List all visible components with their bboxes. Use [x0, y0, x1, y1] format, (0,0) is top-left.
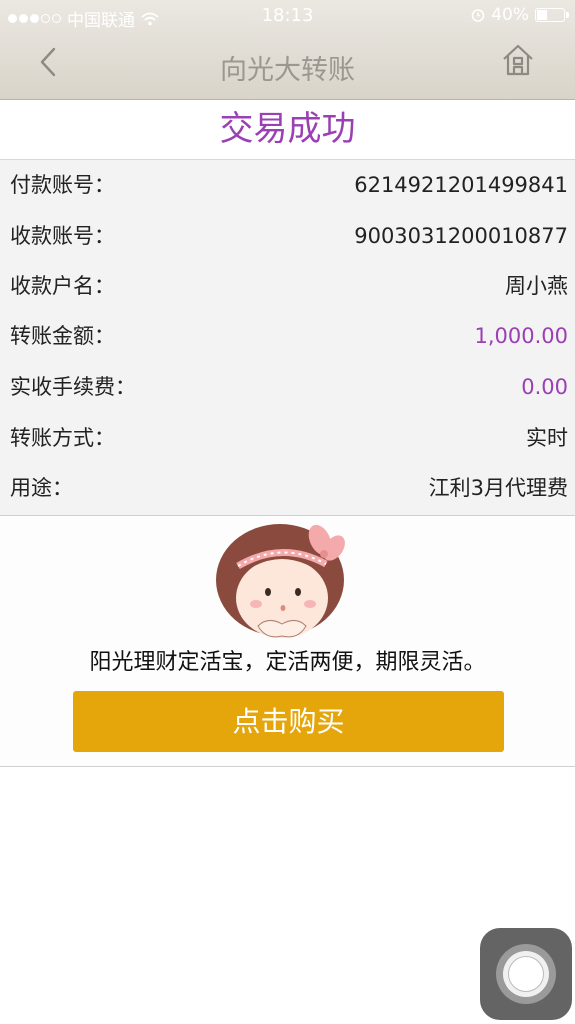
transfer-method-row: 转账方式： 实时 [0, 413, 575, 463]
detail-value: 0.00 [521, 375, 568, 399]
detail-label: 收款户名： [10, 274, 115, 298]
payee-name-row: 收款户名： 周小燕 [0, 261, 575, 311]
status-bar: 中国联通 18:13 40% [0, 0, 575, 32]
detail-label: 用途： [10, 476, 73, 500]
detail-label: 付款账号： [10, 173, 115, 197]
detail-value: 实时 [526, 426, 568, 450]
detail-label: 转账方式： [10, 426, 115, 450]
detail-value: 周小燕 [505, 274, 568, 298]
battery-icon [535, 8, 569, 22]
detail-value: 9003031200010877 [354, 224, 568, 248]
purpose-row: 用途： 江利3月代理费 [0, 463, 575, 513]
page-title: 向光大转账 [220, 55, 355, 86]
detail-label: 实收手续费： [10, 375, 136, 399]
promo-section: 阳光理财定活宝，定活两便，期限灵活。 点击购买 [0, 516, 575, 767]
payee-account-row: 收款账号： 9003031200010877 [0, 211, 575, 261]
nav-bar: 向光大转账 [0, 32, 575, 99]
home-button[interactable] [500, 42, 536, 78]
assistive-touch-center [508, 956, 544, 992]
transfer-details: 付款账号： 6214921201499841 收款账号： 90030312000… [0, 160, 575, 516]
payer-account-row: 付款账号： 6214921201499841 [0, 160, 575, 210]
assistive-touch-button[interactable] [480, 928, 572, 1020]
alarm-icon [471, 9, 485, 22]
cartoon-girl-image [216, 524, 345, 638]
detail-label: 转账金额： [10, 324, 115, 348]
promo-slogan: 阳光理财定活宝，定活两便，期限灵活。 [89, 650, 486, 675]
top-bar: 中国联通 18:13 40% 向光大转账 [0, 0, 575, 100]
battery-percent: 40% [491, 5, 529, 25]
home-icon [503, 44, 533, 76]
amount-row: 转账金额： 1,000.00 [0, 311, 575, 361]
detail-label: 收款账号： [10, 224, 115, 248]
detail-value: 1,000.00 [474, 324, 568, 348]
fee-row: 实收手续费： 0.00 [0, 362, 575, 412]
detail-value: 6214921201499841 [354, 173, 568, 197]
buy-button[interactable]: 点击购买 [73, 691, 504, 752]
detail-value: 江利3月代理费 [428, 476, 568, 500]
transaction-result-title: 交易成功 [0, 100, 575, 160]
